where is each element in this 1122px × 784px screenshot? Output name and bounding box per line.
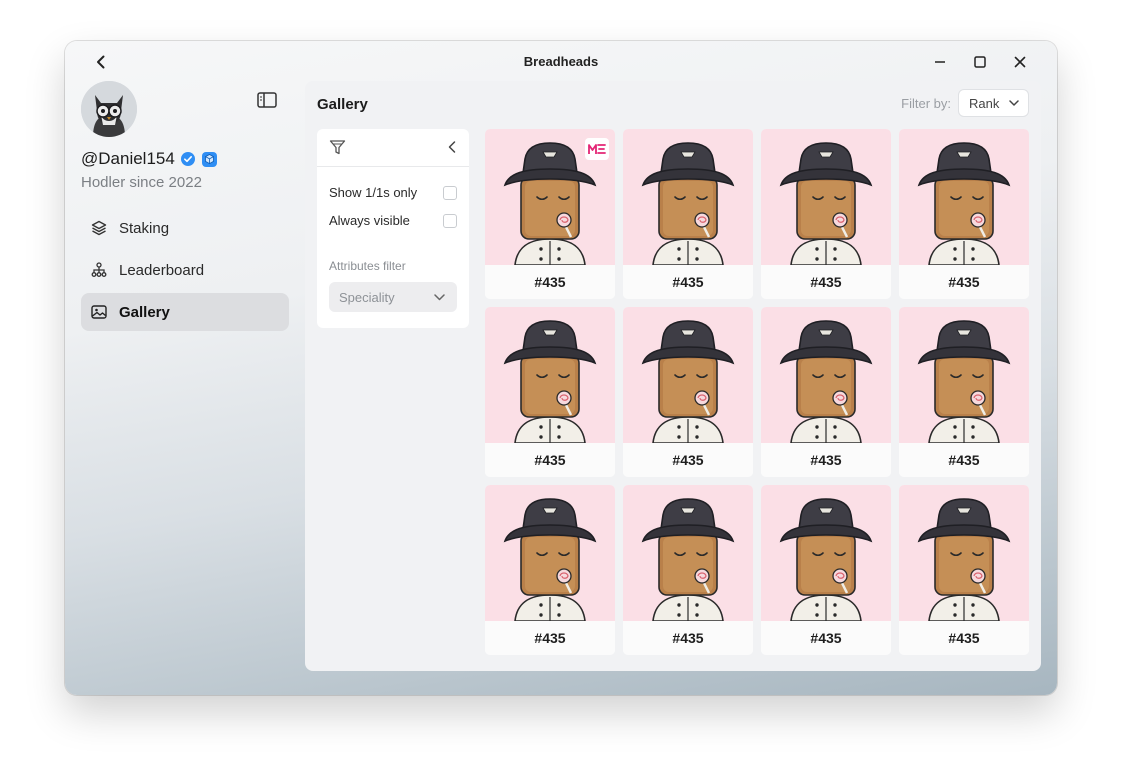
image-icon: [91, 304, 107, 320]
nft-character-image: [641, 320, 735, 443]
title-bar: Breadheads: [65, 41, 1057, 81]
collapse-filters-chevron-icon[interactable]: [447, 140, 457, 154]
close-button[interactable]: [1009, 51, 1031, 73]
verified-badge-icon: [180, 152, 195, 166]
filter-by-label: Filter by:: [901, 96, 951, 111]
chevron-down-icon: [1009, 100, 1019, 106]
nft-character-image: [641, 498, 735, 621]
app-window: Breadheads @Daniel154 Hodler since 2022 …: [65, 41, 1057, 695]
maximize-button[interactable]: [969, 51, 991, 73]
nft-card[interactable]: #435: [485, 307, 615, 477]
layers-icon: [91, 220, 107, 236]
maximize-icon: [974, 56, 986, 68]
nft-card-label: #435: [761, 443, 891, 477]
nft-card[interactable]: #435: [899, 307, 1029, 477]
filter-card: Show 1/1s only Always visible Attributes…: [317, 129, 469, 328]
show-1-1s-label: Show 1/1s only: [329, 185, 418, 200]
nft-character-image: [917, 320, 1011, 443]
nft-card[interactable]: #435: [899, 129, 1029, 299]
minimize-button[interactable]: [929, 51, 951, 73]
nft-card-label: #435: [623, 443, 753, 477]
nft-character-image: [779, 498, 873, 621]
nft-card[interactable]: #435: [761, 485, 891, 655]
sidebar-item-gallery[interactable]: Gallery: [81, 293, 289, 331]
avatar[interactable]: [81, 81, 137, 137]
nft-character-image: [917, 142, 1011, 265]
nft-character-image: [779, 142, 873, 265]
minimize-icon: [935, 61, 945, 63]
nft-card-label: #435: [485, 621, 615, 655]
sidebar-item-label: Leaderboard: [119, 261, 205, 279]
gallery-panel: Gallery Filter by: Rank Show 1/1s only A…: [305, 81, 1041, 671]
always-visible-label: Always visible: [329, 213, 410, 228]
nft-card-label: #435: [623, 621, 753, 655]
nft-character-image: [503, 320, 597, 443]
nft-card[interactable]: #435: [899, 485, 1029, 655]
nft-card-label: #435: [899, 265, 1029, 299]
show-1-1s-row: Show 1/1s only: [329, 185, 457, 200]
sidebar-icon: [257, 92, 277, 108]
nft-card-label: #435: [485, 265, 615, 299]
always-visible-checkbox[interactable]: [443, 213, 457, 228]
sort-select[interactable]: Rank: [958, 89, 1029, 117]
attributes-select-value: Speciality: [339, 289, 395, 305]
sidebar-toggle-button[interactable]: [257, 92, 279, 112]
always-visible-row: Always visible: [329, 213, 457, 228]
username-row: @Daniel154: [81, 149, 218, 169]
filter-header: [317, 129, 469, 167]
filter-icon[interactable]: [329, 139, 346, 156]
member-since-label: Hodler since 2022: [81, 174, 202, 191]
nft-image: [899, 485, 1029, 621]
nft-card[interactable]: #435: [485, 129, 615, 299]
hierarchy-icon: [91, 262, 107, 278]
close-icon: [1014, 56, 1026, 68]
nft-character-image: [779, 320, 873, 443]
nft-image: [623, 307, 753, 443]
nft-image: [761, 129, 891, 265]
window-title: Breadheads: [523, 54, 599, 69]
nft-card[interactable]: #435: [623, 307, 753, 477]
show-1-1s-checkbox[interactable]: [443, 185, 457, 200]
nft-character-image: [917, 498, 1011, 621]
nft-card-label: #435: [899, 443, 1029, 477]
nft-image: [623, 485, 753, 621]
nft-card[interactable]: #435: [623, 129, 753, 299]
nft-image: [485, 129, 615, 265]
nft-grid: #435 #435 #435 #435 #435 #435 #435 #435 …: [485, 129, 1029, 655]
page-title: Gallery: [317, 96, 368, 113]
owl-avatar-icon: [81, 81, 137, 137]
attributes-select[interactable]: Speciality: [329, 282, 457, 312]
sidebar-item-label: Staking: [119, 219, 170, 237]
chevron-down-icon: [434, 293, 445, 300]
magic-eden-badge-icon[interactable]: [585, 138, 609, 160]
nft-card[interactable]: #435: [761, 129, 891, 299]
nft-card[interactable]: #435: [623, 485, 753, 655]
sidebar-item-label: Gallery: [119, 303, 170, 321]
nft-character-image: [641, 142, 735, 265]
sort-select-value: Rank: [969, 95, 1000, 111]
nft-image: [485, 485, 615, 621]
nft-image: [761, 307, 891, 443]
nft-card-label: #435: [761, 265, 891, 299]
nft-image: [761, 485, 891, 621]
nft-image: [485, 307, 615, 443]
nft-card-label: #435: [899, 621, 1029, 655]
sidebar-item-staking[interactable]: Staking: [81, 209, 289, 247]
sidebar-nav: Staking Leaderboard Gallery: [81, 209, 289, 335]
username: @Daniel154: [81, 149, 175, 168]
nft-character-image: [503, 498, 597, 621]
attributes-filter-label: Attributes filter: [329, 259, 406, 273]
nft-card[interactable]: #435: [485, 485, 615, 655]
nft-card[interactable]: #435: [761, 307, 891, 477]
nft-image: [899, 129, 1029, 265]
nft-card-label: #435: [761, 621, 891, 655]
nft-card-label: #435: [485, 443, 615, 477]
cube-badge-icon: [201, 151, 217, 167]
sidebar-item-leaderboard[interactable]: Leaderboard: [81, 251, 289, 289]
nft-image: [899, 307, 1029, 443]
nft-card-label: #435: [623, 265, 753, 299]
nft-image: [623, 129, 753, 265]
